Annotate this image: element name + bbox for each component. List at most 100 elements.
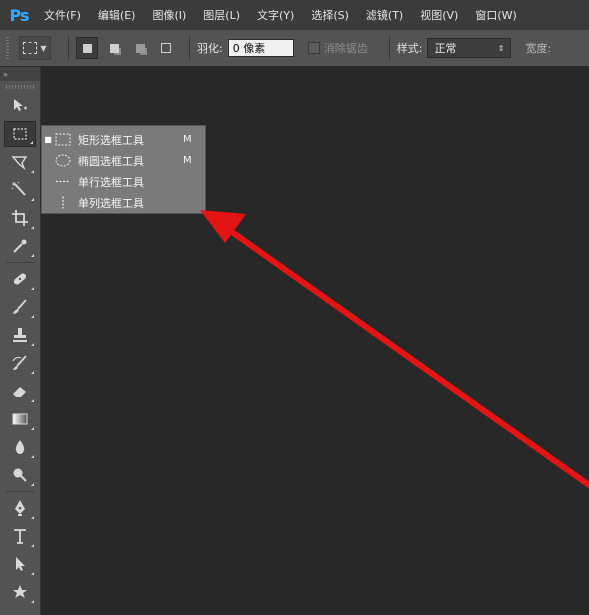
menu-image[interactable]: 图像(I) <box>152 7 186 23</box>
divider <box>388 36 390 60</box>
flyout-item-rect-marquee[interactable]: ■ 矩形选框工具 M <box>42 129 205 150</box>
gradient-icon <box>12 413 28 425</box>
menu-window[interactable]: 窗口(W) <box>475 7 516 23</box>
tools-panel: » <box>0 67 41 615</box>
eraser-icon <box>13 387 26 397</box>
clone-stamp-tool[interactable] <box>4 322 36 348</box>
menu-layer[interactable]: 图层(L) <box>203 7 240 23</box>
style-select-value: 正常 <box>434 42 457 55</box>
rect-marquee-icon <box>13 128 27 140</box>
eraser-tool[interactable] <box>4 378 36 404</box>
antialias-label: 消除锯齿 <box>323 42 368 55</box>
tool-preset-picker[interactable]: ▼ <box>19 36 51 60</box>
flyout-item-shortcut: M <box>183 155 192 166</box>
water-drop-icon <box>15 440 25 454</box>
flyout-item-label: 椭圆选框工具 <box>78 154 144 168</box>
submenu-corner-icon <box>31 226 34 229</box>
add-to-selection-button[interactable] <box>104 38 124 58</box>
selected-indicator: ■ <box>44 135 52 144</box>
intersect-selection-icon <box>161 43 171 53</box>
menu-file[interactable]: 文件(F) <box>44 7 81 23</box>
stamp-icon <box>13 328 27 342</box>
submenu-corner-icon <box>31 455 34 458</box>
type-icon <box>14 529 26 544</box>
quick-selection-tool[interactable] <box>4 177 36 203</box>
submenu-corner-icon <box>31 254 34 257</box>
submenu-corner-icon <box>31 399 34 402</box>
style-select[interactable]: 正常 ⇕ <box>427 38 512 58</box>
dodge-tool[interactable] <box>4 462 36 488</box>
style-label: 样式: <box>396 42 423 55</box>
rect-marquee-icon <box>23 42 38 54</box>
ellipse-marquee-icon <box>54 154 72 168</box>
brush-tool[interactable] <box>4 294 36 320</box>
submenu-corner-icon <box>31 343 34 346</box>
marquee-tool-flyout: ■ 矩形选框工具 M 椭圆选框工具 M 单行选框工具 单列选框工具 <box>41 125 206 214</box>
flyout-item-label: 矩形选框工具 <box>78 133 144 147</box>
subtract-from-selection-button[interactable] <box>130 38 150 58</box>
brush-icon <box>13 299 27 314</box>
divider <box>189 36 190 60</box>
photoshop-logo: Ps <box>9 5 30 25</box>
crop-tool[interactable] <box>4 205 36 231</box>
tools-divider <box>6 491 34 492</box>
submenu-corner-icon <box>31 427 34 430</box>
submenu-corner-icon <box>31 371 34 374</box>
type-tool[interactable] <box>4 523 36 549</box>
feather-label: 羽化: <box>197 42 223 55</box>
flyout-item-single-column-marquee[interactable]: 单列选框工具 <box>42 192 205 213</box>
path-selection-tool[interactable] <box>4 551 36 577</box>
lasso-icon <box>11 156 28 171</box>
blur-tool[interactable] <box>4 434 36 460</box>
menu-view[interactable]: 视图(V) <box>420 7 458 23</box>
single-row-marquee-icon <box>54 175 72 189</box>
menu-filter[interactable]: 滤镜(T) <box>366 7 403 23</box>
intersect-selection-button[interactable] <box>156 38 176 58</box>
submenu-corner-icon <box>31 483 34 486</box>
submenu-corner-icon <box>31 572 34 575</box>
healing-brush-tool[interactable] <box>4 266 36 292</box>
move-tool[interactable] <box>4 93 36 119</box>
subtract-selection-icon <box>135 43 145 53</box>
collapse-icon[interactable]: » <box>3 70 8 79</box>
single-column-marquee-icon <box>54 196 72 210</box>
pen-tool[interactable] <box>4 495 36 521</box>
gradient-tool[interactable] <box>4 406 36 432</box>
tools-panel-header[interactable]: » <box>0 67 40 81</box>
rect-marquee-icon <box>54 133 72 147</box>
menu-select[interactable]: 选择(S) <box>311 7 349 23</box>
dodge-icon <box>13 468 27 482</box>
eyedropper-tool[interactable] <box>4 233 36 259</box>
submenu-corner-icon <box>31 544 34 547</box>
submenu-corner-icon <box>31 516 34 519</box>
flyout-item-ellipse-marquee[interactable]: 椭圆选框工具 M <box>42 150 205 171</box>
bandage-icon <box>13 273 27 285</box>
tools-panel-grip[interactable] <box>6 85 34 89</box>
antialias-checkbox[interactable] <box>307 42 320 54</box>
eyedropper-icon <box>13 239 27 253</box>
tools-divider <box>6 262 34 263</box>
submenu-corner-icon <box>31 170 34 173</box>
custom-shape-icon <box>13 585 27 598</box>
new-selection-button[interactable] <box>76 37 98 59</box>
divider <box>68 36 69 60</box>
flyout-item-label: 单列选框工具 <box>78 196 144 210</box>
chevron-down-icon: ▼ <box>40 43 47 53</box>
history-brush-tool[interactable] <box>4 350 36 376</box>
menu-edit[interactable]: 编辑(E) <box>98 7 136 23</box>
rect-marquee-tool[interactable] <box>4 121 36 147</box>
submenu-corner-icon <box>30 141 33 144</box>
submenu-corner-icon <box>31 198 34 201</box>
flyout-item-shortcut: M <box>183 134 192 145</box>
flyout-item-single-row-marquee[interactable]: 单行选框工具 <box>42 171 205 192</box>
feather-input[interactable]: 0 像素 <box>227 39 294 57</box>
submenu-corner-icon <box>31 315 34 318</box>
options-bar-grip[interactable] <box>6 37 9 59</box>
submenu-corner-icon <box>31 600 34 603</box>
flyout-item-label: 单行选框工具 <box>78 175 144 189</box>
lasso-tool[interactable] <box>4 149 36 175</box>
menu-type[interactable]: 文字(Y) <box>257 7 294 23</box>
history-brush-icon <box>12 355 27 370</box>
shape-tool[interactable] <box>4 579 36 605</box>
add-selection-icon <box>109 43 119 53</box>
